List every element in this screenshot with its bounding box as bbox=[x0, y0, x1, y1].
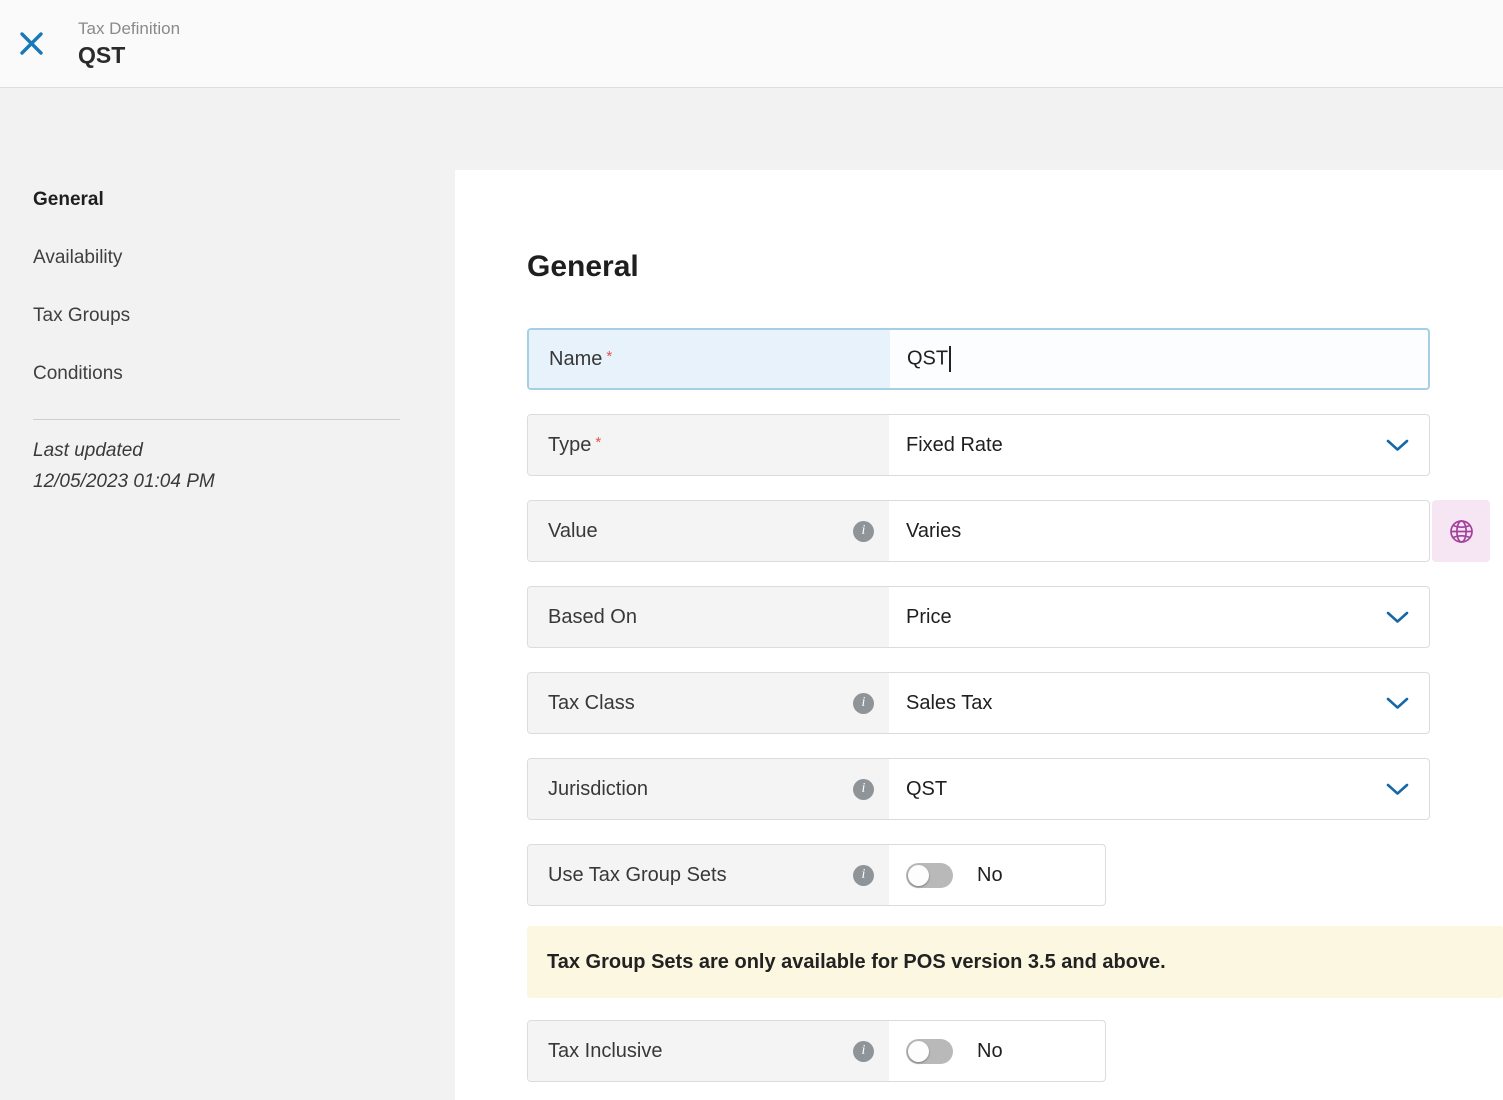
based-on-label: Based On bbox=[548, 606, 637, 629]
tax-class-dropdown[interactable]: Sales Tax bbox=[889, 673, 1429, 733]
field-row-jurisdiction: Jurisdiction i QST bbox=[527, 758, 1430, 820]
section-title: General bbox=[527, 250, 1503, 284]
field-row-type: Type* Fixed Rate bbox=[527, 414, 1430, 476]
jurisdiction-dropdown[interactable]: QST bbox=[889, 759, 1429, 819]
tax-inclusive-control: No bbox=[889, 1021, 1105, 1081]
page-title: QST bbox=[78, 42, 180, 69]
sidebar-item-tax-groups[interactable]: Tax Groups bbox=[33, 303, 455, 328]
sidebar-item-availability[interactable]: Availability bbox=[33, 245, 455, 270]
info-icon[interactable]: i bbox=[853, 779, 874, 800]
required-asterisk: * bbox=[606, 348, 612, 365]
chevron-down-icon[interactable] bbox=[1386, 697, 1409, 710]
info-icon[interactable]: i bbox=[853, 521, 874, 542]
name-input[interactable]: QST bbox=[890, 330, 1428, 388]
jurisdiction-value: QST bbox=[906, 778, 947, 801]
tax-inclusive-label: Tax Inclusive bbox=[548, 1040, 663, 1063]
based-on-value: Price bbox=[906, 606, 952, 629]
globe-icon bbox=[1448, 518, 1475, 545]
toggle-knob bbox=[908, 865, 929, 886]
tax-inclusive-state: No bbox=[977, 1040, 1003, 1063]
field-row-name: Name* QST bbox=[527, 328, 1430, 390]
sidebar: General Availability Tax Groups Conditio… bbox=[0, 88, 455, 1100]
sidebar-item-general[interactable]: General bbox=[33, 187, 455, 212]
chevron-down-icon[interactable] bbox=[1386, 783, 1409, 796]
globe-button[interactable] bbox=[1432, 500, 1490, 562]
tax-class-value: Sales Tax bbox=[906, 692, 992, 715]
field-row-tax-inclusive: Tax Inclusive i No bbox=[527, 1020, 1106, 1082]
main-panel: General Name* QST Type* Fixed Rate bbox=[455, 170, 1503, 1100]
based-on-dropdown[interactable]: Price bbox=[889, 587, 1429, 647]
info-icon[interactable]: i bbox=[853, 693, 874, 714]
info-icon[interactable]: i bbox=[853, 1041, 874, 1062]
type-label-cell: Type* bbox=[528, 415, 889, 475]
use-tax-group-sets-state: No bbox=[977, 864, 1003, 887]
toggle-knob bbox=[908, 1041, 929, 1062]
field-row-use-tax-group-sets: Use Tax Group Sets i No bbox=[527, 844, 1106, 906]
info-icon[interactable]: i bbox=[853, 865, 874, 886]
close-icon[interactable] bbox=[14, 27, 48, 61]
tax-inclusive-toggle[interactable] bbox=[906, 1039, 953, 1064]
type-value: Fixed Rate bbox=[906, 434, 1003, 457]
name-label: Name* bbox=[549, 348, 612, 371]
field-row-tax-class: Tax Class i Sales Tax bbox=[527, 672, 1430, 734]
name-value: QST bbox=[907, 346, 951, 372]
sidebar-divider bbox=[33, 419, 400, 420]
use-tax-group-sets-control: No bbox=[889, 845, 1105, 905]
sidebar-nav: General Availability Tax Groups Conditio… bbox=[33, 187, 455, 386]
tax-class-label-cell: Tax Class i bbox=[528, 673, 889, 733]
name-label-cell: Name* bbox=[529, 330, 890, 388]
last-updated-value: 12/05/2023 01:04 PM bbox=[33, 471, 455, 493]
use-tax-group-sets-toggle[interactable] bbox=[906, 863, 953, 888]
tax-group-sets-banner: Tax Group Sets are only available for PO… bbox=[527, 926, 1503, 998]
field-row-value: Value i Varies bbox=[527, 500, 1430, 562]
jurisdiction-label-cell: Jurisdiction i bbox=[528, 759, 889, 819]
use-tax-group-sets-label-cell: Use Tax Group Sets i bbox=[528, 845, 889, 905]
value-label: Value bbox=[548, 520, 598, 543]
tax-class-label: Tax Class bbox=[548, 692, 635, 715]
value-field[interactable]: Varies bbox=[889, 501, 1429, 561]
use-tax-group-sets-label: Use Tax Group Sets bbox=[548, 864, 727, 887]
text-cursor bbox=[949, 346, 951, 372]
banner-text: Tax Group Sets are only available for PO… bbox=[547, 951, 1166, 974]
chevron-down-icon[interactable] bbox=[1386, 611, 1409, 624]
chevron-down-icon[interactable] bbox=[1386, 439, 1409, 452]
header: Tax Definition QST bbox=[0, 0, 1503, 88]
field-row-value-wrap: Value i Varies bbox=[527, 500, 1503, 562]
based-on-label-cell: Based On bbox=[528, 587, 889, 647]
value-value: Varies bbox=[906, 520, 961, 543]
sidebar-item-conditions[interactable]: Conditions bbox=[33, 361, 455, 386]
required-asterisk: * bbox=[595, 434, 601, 451]
value-label-cell: Value i bbox=[528, 501, 889, 561]
last-updated-label: Last updated bbox=[33, 440, 455, 462]
general-form: Name* QST Type* Fixed Rate bbox=[527, 328, 1503, 1082]
header-subtitle: Tax Definition bbox=[78, 19, 180, 39]
jurisdiction-label: Jurisdiction bbox=[548, 778, 648, 801]
field-row-based-on: Based On Price bbox=[527, 586, 1430, 648]
type-dropdown[interactable]: Fixed Rate bbox=[889, 415, 1429, 475]
type-label: Type* bbox=[548, 434, 601, 457]
tax-inclusive-label-cell: Tax Inclusive i bbox=[528, 1021, 889, 1081]
